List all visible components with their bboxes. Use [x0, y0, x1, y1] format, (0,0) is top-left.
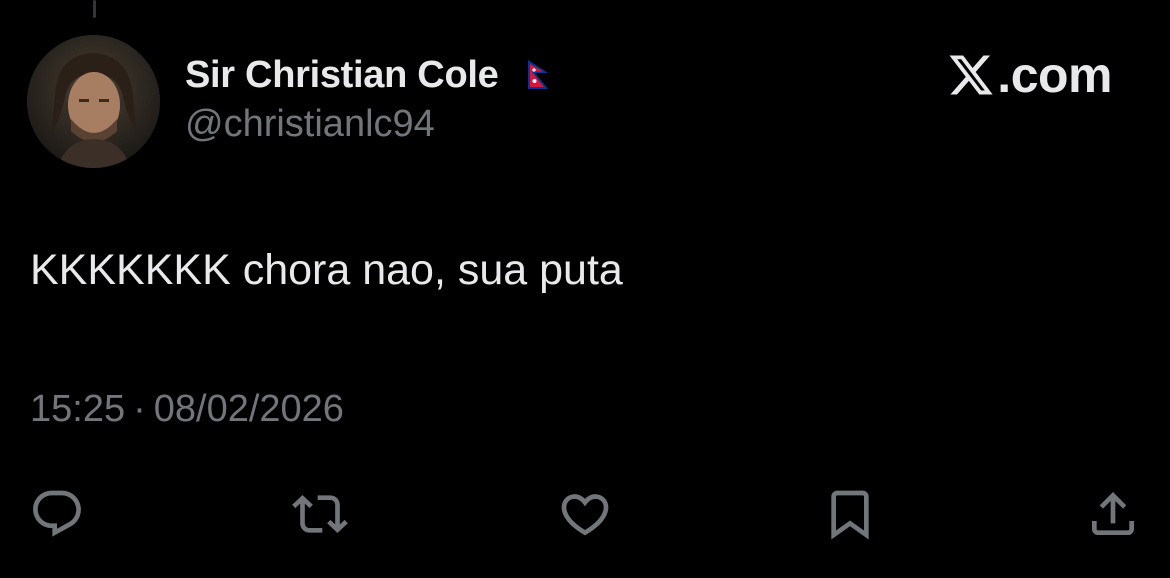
- tweet-date: 08/02/2026: [153, 388, 344, 430]
- brand-watermark: .com: [947, 46, 1112, 104]
- user-handle[interactable]: @christianlc94: [185, 103, 435, 146]
- thread-connector-line: [93, 0, 96, 18]
- heart-icon: [561, 494, 609, 536]
- author-name-row: Sir Christian Cole: [185, 50, 552, 100]
- share-button[interactable]: [1083, 484, 1143, 544]
- share-icon: [1092, 492, 1134, 535]
- tweet-timestamp[interactable]: 15:25 · 08/02/2026: [30, 388, 344, 431]
- repost-icon: [292, 495, 348, 533]
- brand-domain-text: .com: [997, 47, 1112, 103]
- nepal-flag-icon: [526, 59, 552, 91]
- x-logo-icon: [947, 51, 995, 99]
- avatar[interactable]: [27, 35, 160, 168]
- timestamp-separator: ·: [133, 388, 146, 430]
- display-name[interactable]: Sir Christian Cole: [185, 54, 499, 97]
- bookmark-button[interactable]: [820, 484, 880, 544]
- repost-button[interactable]: [290, 484, 350, 544]
- action-bar: [0, 484, 1170, 544]
- bookmark-icon: [831, 490, 869, 540]
- tweet-text: KKKKKKK chora nao, sua puta: [30, 246, 623, 294]
- like-button[interactable]: [555, 484, 615, 544]
- reply-icon: [33, 490, 81, 537]
- reply-button[interactable]: [27, 484, 87, 544]
- tweet-time: 15:25: [30, 388, 126, 430]
